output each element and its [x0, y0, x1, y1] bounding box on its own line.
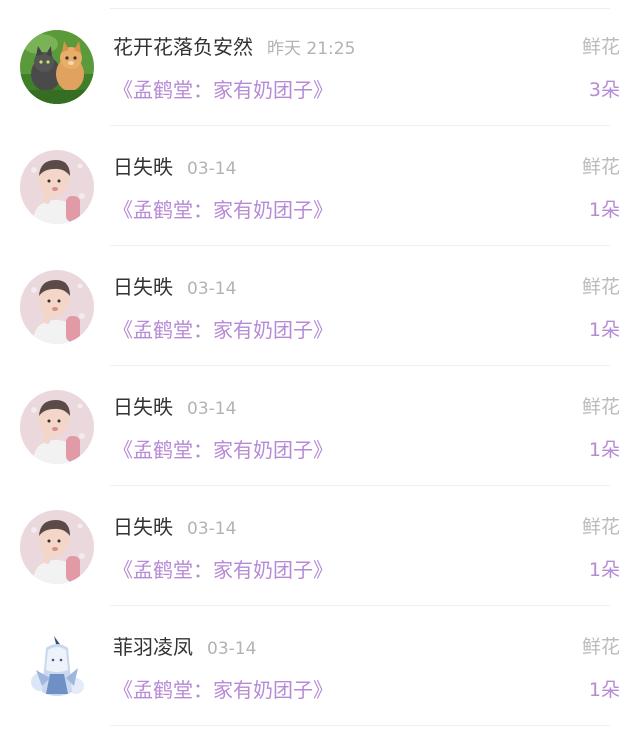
username[interactable]: 菲羽凌凤 03-14 — [113, 633, 256, 663]
gift-type-label: 鲜花 — [581, 636, 620, 658]
reward-list: 花开花落负安然 昨天 21:25 《孟鹤堂：家有奶团子》 鲜花 3朵 日失昳 0… — [0, 0, 640, 729]
row-divider — [110, 725, 610, 726]
kittens-avatar-icon[interactable] — [20, 30, 94, 104]
timestamp: 03-14 — [187, 159, 237, 179]
timestamp: 03-14 — [187, 279, 237, 299]
username[interactable]: 日失昳 03-14 — [113, 393, 236, 423]
username[interactable]: 日失昳 03-14 — [113, 513, 236, 543]
gift-type-label: 鲜花 — [581, 396, 620, 418]
timestamp: 昨天 21:25 — [267, 39, 356, 59]
book-title-link[interactable]: 《孟鹤堂：家有奶团子》 — [113, 436, 333, 464]
gift-count: 1朵 — [588, 439, 620, 461]
book-title-link[interactable]: 《孟鹤堂：家有奶团子》 — [113, 676, 333, 704]
username[interactable]: 花开花落负安然 昨天 21:25 — [113, 33, 355, 63]
username-text[interactable]: 花开花落负安然 — [113, 35, 253, 59]
child-portrait-avatar-icon[interactable] — [20, 270, 94, 344]
book-title-link[interactable]: 《孟鹤堂：家有奶团子》 — [113, 316, 333, 344]
gift-count: 1朵 — [588, 319, 620, 341]
username-text[interactable]: 日失昳 — [113, 275, 173, 299]
timestamp: 03-14 — [207, 639, 257, 659]
reward-item[interactable]: 花开花落负安然 昨天 21:25 《孟鹤堂：家有奶团子》 鲜花 3朵 — [0, 6, 640, 126]
reward-item[interactable]: 日失昳 03-14 《孟鹤堂：家有奶团子》 鲜花 1朵 — [0, 366, 640, 486]
book-title-link[interactable]: 《孟鹤堂：家有奶团子》 — [113, 196, 333, 224]
reward-item[interactable]: 日失昳 03-14 《孟鹤堂：家有奶团子》 鲜花 1朵 — [0, 126, 640, 246]
gift-count: 1朵 — [588, 559, 620, 581]
gift-count: 1朵 — [588, 679, 620, 701]
gift-type-label: 鲜花 — [581, 36, 620, 58]
username-text[interactable]: 日失昳 — [113, 515, 173, 539]
child-portrait-avatar-icon[interactable] — [20, 150, 94, 224]
book-title-link[interactable]: 《孟鹤堂：家有奶团子》 — [113, 76, 333, 104]
child-portrait-avatar-icon[interactable] — [20, 510, 94, 584]
username-text[interactable]: 日失昳 — [113, 155, 173, 179]
book-title-link[interactable]: 《孟鹤堂：家有奶团子》 — [113, 556, 333, 584]
gift-type-label: 鲜花 — [581, 156, 620, 178]
gift-type-label: 鲜花 — [581, 516, 620, 538]
gift-count: 1朵 — [588, 199, 620, 221]
reward-item[interactable]: 日失昳 03-14 《孟鹤堂：家有奶团子》 鲜花 1朵 — [0, 246, 640, 366]
reward-item[interactable]: 日失昳 03-14 《孟鹤堂：家有奶团子》 鲜花 1朵 — [0, 486, 640, 606]
gift-count: 3朵 — [588, 79, 620, 101]
anime-character-avatar-icon[interactable] — [20, 630, 94, 704]
username[interactable]: 日失昳 03-14 — [113, 273, 236, 303]
child-portrait-avatar-icon[interactable] — [20, 390, 94, 464]
username-text[interactable]: 日失昳 — [113, 395, 173, 419]
timestamp: 03-14 — [187, 519, 237, 539]
timestamp: 03-14 — [187, 399, 237, 419]
username[interactable]: 日失昳 03-14 — [113, 153, 236, 183]
reward-item[interactable]: 菲羽凌凤 03-14 《孟鹤堂：家有奶团子》 鲜花 1朵 — [0, 606, 640, 726]
username-text[interactable]: 菲羽凌凤 — [113, 635, 193, 659]
gift-type-label: 鲜花 — [581, 276, 620, 298]
